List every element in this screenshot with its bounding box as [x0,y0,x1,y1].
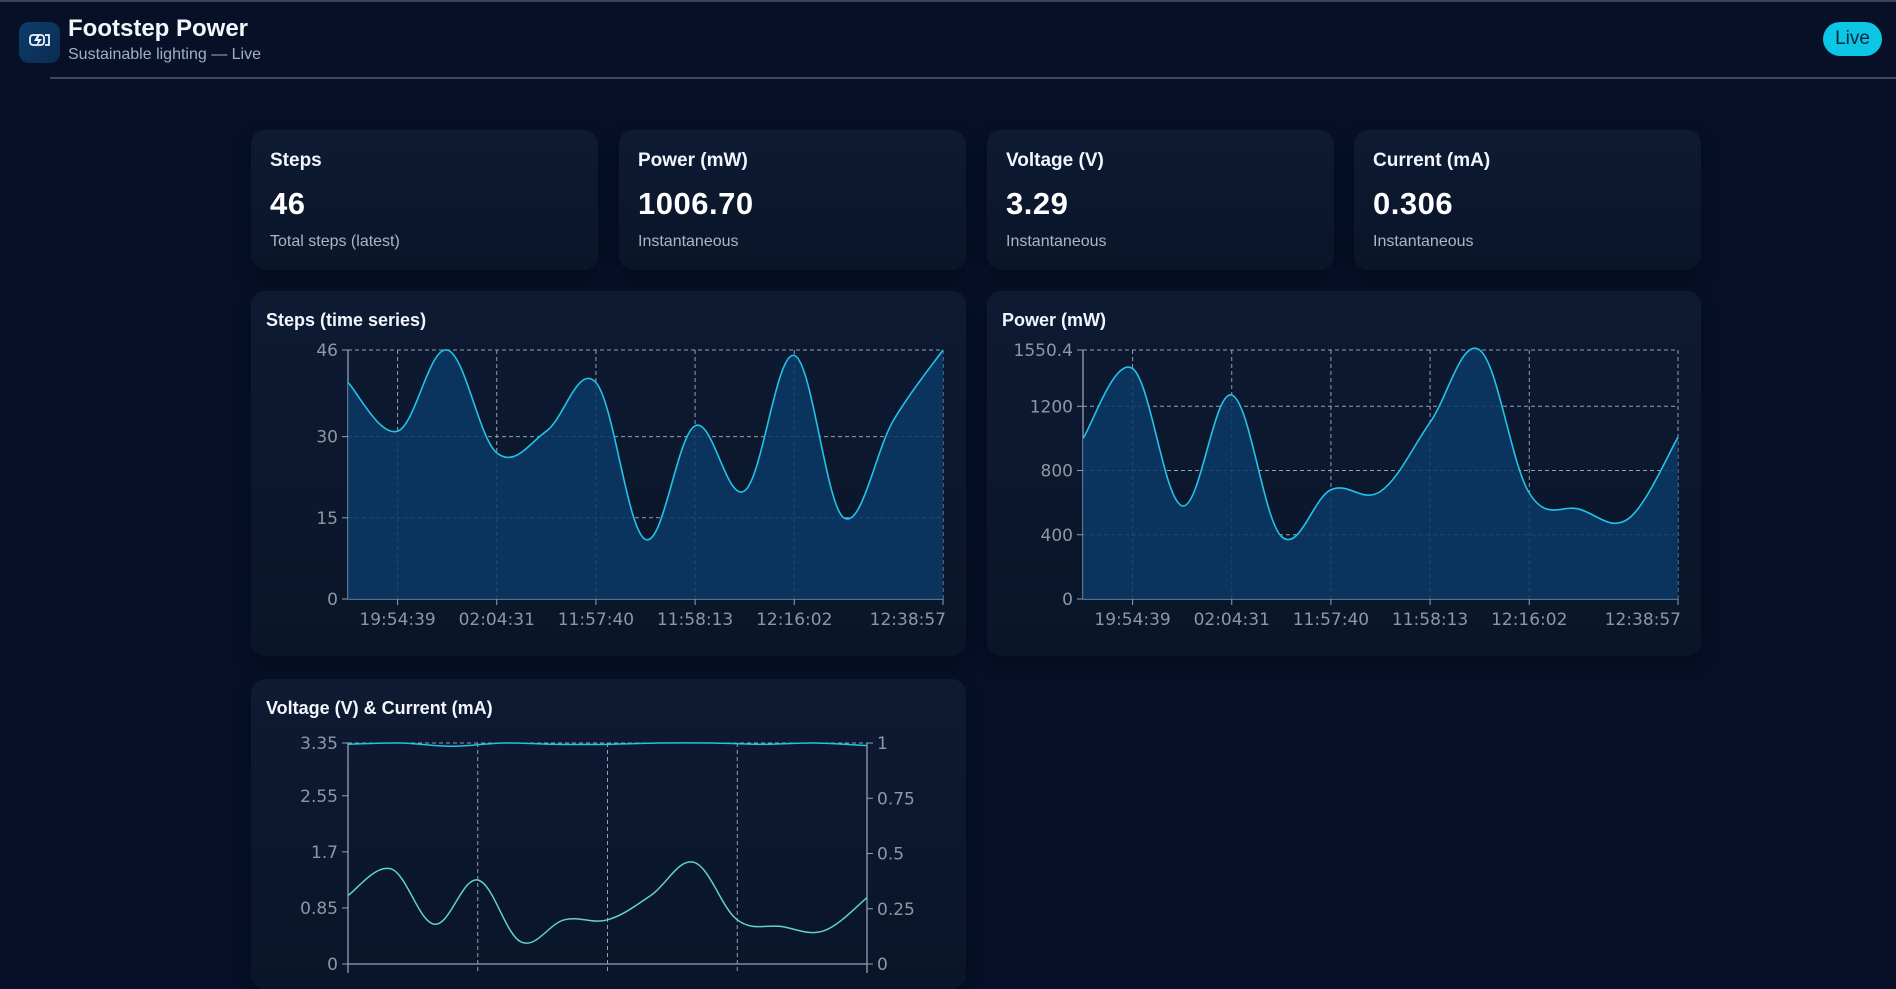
chart-title: Steps (time series) [266,310,426,331]
stat-caption: Instantaneous [1006,233,1107,251]
chart-title: Voltage (V) & Current (mA) [266,698,493,719]
stat-value: 0.306 [1373,186,1453,222]
stat-caption: Total steps (latest) [270,233,400,251]
app-subtitle: Sustainable lighting — Live [68,46,261,64]
bolt-icon [29,31,51,54]
header-divider [50,77,1896,79]
stat-label: Power (mW) [638,150,748,172]
steps-chart-card: Steps (time series) [251,291,966,656]
stat-caption: Instantaneous [1373,233,1474,251]
stat-card-voltage: Voltage (V) 3.29 Instantaneous [987,130,1334,270]
stat-label: Voltage (V) [1006,150,1104,172]
app-title: Footstep Power [68,15,248,43]
stat-caption: Instantaneous [638,233,739,251]
stat-value: 46 [270,186,305,222]
chart-title: Power (mW) [1002,310,1106,331]
stat-card-steps: Steps 46 Total steps (latest) [251,130,598,270]
stat-card-current: Current (mA) 0.306 Instantaneous [1354,130,1701,270]
stat-label: Current (mA) [1373,150,1490,172]
voltage-current-chart-card: Voltage (V) & Current (mA) [251,679,966,989]
stat-card-power: Power (mW) 1006.70 Instantaneous [619,130,966,270]
stat-value: 3.29 [1006,186,1068,222]
power-chart-card: Power (mW) [987,291,1701,656]
stat-label: Steps [270,150,322,172]
stat-value: 1006.70 [638,186,754,222]
app-header [0,2,1896,78]
live-status-badge[interactable]: Live [1823,22,1882,56]
app-logo [19,22,60,63]
